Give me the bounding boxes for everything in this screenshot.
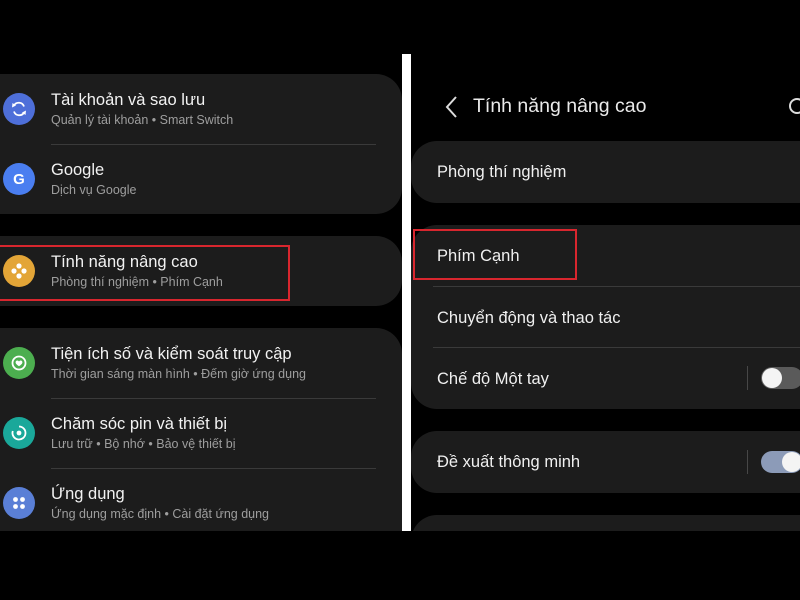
toggle-knob [782,452,800,472]
settings-card-accounts: Tài khoản và sao lưu Quản lý tài khoản •… [0,74,402,214]
settings-item-google[interactable]: G Google Dịch vụ Google [0,144,402,214]
item-subtitle: Quản lý tài khoản • Smart Switch [51,113,234,127]
highlight-box-advanced-features [0,245,290,301]
settings-list-panel: Tài khoản và sao lưu Quản lý tài khoản •… [0,54,402,531]
advanced-features-panel: Tính năng nâng cao Phòng thí nghiệm Phím… [411,54,800,531]
settings-item-device-care[interactable]: Chăm sóc pin và thiết bị Lưu trữ • Bộ nh… [0,398,402,468]
item-subtitle: Lưu trữ • Bộ nhớ • Bảo vệ thiết bị [51,437,236,451]
toggle-knob [762,368,782,388]
item-title: Tài khoản và sao lưu [51,91,206,109]
row-labs[interactable]: Phòng thí nghiệm [437,163,566,182]
page-title: Tính năng nâng cao [473,95,647,117]
toggle-divider [747,366,748,390]
card-smart-suggestions: Đề xuất thông minh [411,431,800,493]
item-subtitle: Ứng dụng mặc định • Cài đặt ứng dụng [51,507,270,521]
one-handed-mode-toggle[interactable] [761,367,800,389]
search-icon[interactable] [787,96,800,120]
settings-item-digital-wellbeing[interactable]: Tiện ích số và kiểm soát truy cập Thời g… [0,328,402,398]
card-more [411,515,800,531]
item-title: Chăm sóc pin và thiết bị [51,415,228,433]
card-labs: Phòng thí nghiệm [411,141,800,203]
divider [433,286,800,287]
sync-icon [3,93,35,125]
divider [433,347,800,348]
item-title: Ứng dụng [51,485,125,503]
toggle-divider [747,450,748,474]
settings-item-apps[interactable]: Ứng dụng Ứng dụng mặc định • Cài đặt ứng… [0,468,402,531]
item-title: Google [51,161,105,179]
google-g-icon: G [3,163,35,195]
apps-icon [3,487,35,519]
row-motions-gestures[interactable]: Chuyển động và thao tác [437,309,620,328]
svg-text:G: G [13,171,25,188]
back-arrow-icon[interactable] [441,94,463,120]
item-subtitle: Dịch vụ Google [51,183,137,197]
panel-divider [402,54,411,531]
device-care-icon [3,417,35,449]
item-title: Tiện ích số và kiểm soát truy cập [51,345,292,363]
smart-suggestions-toggle[interactable] [761,451,800,473]
highlight-box-side-key [413,229,577,280]
row-one-handed-mode[interactable]: Chế độ Một tay [437,370,549,389]
digital-wellbeing-icon [3,347,35,379]
settings-card-utilities: Tiện ích số và kiểm soát truy cập Thời g… [0,328,402,531]
row-smart-suggestions[interactable]: Đề xuất thông minh [437,453,580,472]
item-subtitle: Thời gian sáng màn hình • Đếm giờ ứng dụ… [51,367,306,381]
settings-item-accounts-backup[interactable]: Tài khoản và sao lưu Quản lý tài khoản •… [0,74,402,144]
